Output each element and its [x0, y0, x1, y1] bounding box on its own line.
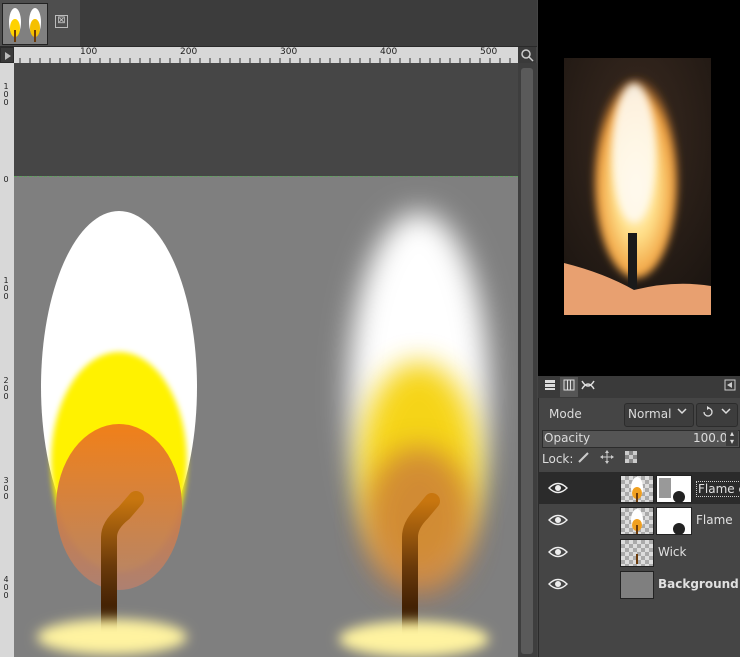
channels-tab-icon[interactable]	[560, 377, 578, 397]
eye-icon[interactable]	[547, 544, 569, 560]
eye-icon[interactable]	[547, 480, 569, 496]
ruler-label: 2 0 0	[3, 376, 9, 401]
eye-icon[interactable]	[547, 512, 569, 528]
ruler-label: 1 0 0	[3, 82, 9, 107]
opacity-spin-buttons[interactable]: ▴ ▾	[726, 430, 738, 446]
layer-thumbnail[interactable]	[620, 475, 654, 503]
close-tab-icon[interactable]: ⊠	[55, 15, 68, 28]
layer-thumbnail[interactable]	[620, 571, 654, 599]
ruler-label: 500	[480, 47, 498, 57]
lock-pixels-icon[interactable]	[576, 450, 592, 466]
image-tab-bar	[0, 0, 537, 47]
navigator-preview[interactable]	[564, 58, 711, 315]
crisp-flame	[37, 211, 197, 655]
blurred-flame	[339, 212, 489, 657]
ruler-label: 0	[3, 175, 9, 184]
lock-label: Lock:	[542, 452, 574, 466]
ruler-label: 300	[280, 47, 298, 57]
image-canvas[interactable]	[14, 63, 518, 657]
ruler-label: 4 0 0	[3, 575, 9, 600]
horizontal-ruler[interactable]: 100 200 300 400 500	[14, 47, 518, 63]
layer-thumbnail[interactable]	[620, 539, 654, 567]
layer-mask-thumbnail[interactable]	[656, 475, 692, 503]
layer-name[interactable]: Flame c	[696, 481, 740, 497]
dock-menu-icon[interactable]	[721, 377, 739, 397]
layer-thumbnail[interactable]	[620, 507, 654, 535]
mode-label: Mode	[549, 407, 582, 421]
layer-row-background[interactable]: Background	[538, 568, 740, 600]
layer-row-wick[interactable]: Wick	[538, 536, 740, 568]
layers-tab-icon[interactable]	[541, 377, 559, 397]
layer-name[interactable]: Background	[658, 577, 739, 591]
lock-position-icon[interactable]	[599, 450, 615, 466]
layer-name[interactable]: Flame	[696, 513, 733, 527]
ruler-label: 100	[80, 47, 98, 57]
vertical-ruler[interactable]: 1 0 0 0 1 0 0 2 0 0 3 0 0 4 0 0	[0, 63, 14, 657]
eye-icon[interactable]	[547, 576, 569, 592]
opacity-label: Opacity	[544, 431, 591, 445]
ruler-label: 3 0 0	[3, 476, 9, 501]
ruler-label: 400	[380, 47, 398, 57]
image-tab-thumbnail[interactable]	[2, 3, 48, 45]
scrollbar-thumb[interactable]	[521, 68, 533, 654]
layer-name[interactable]: Wick	[658, 545, 686, 559]
ruler-label: 1 0 0	[3, 276, 9, 301]
layer-row-flame-copy[interactable]: Flame c	[538, 472, 740, 504]
chevron-down-icon	[676, 405, 688, 420]
ruler-label: 200	[180, 47, 198, 57]
composite-mode-button[interactable]	[696, 403, 738, 427]
layer-row-flame[interactable]: Flame	[538, 504, 740, 536]
zoom-icon[interactable]	[518, 47, 536, 63]
mode-value: Normal	[628, 407, 672, 421]
opacity-value: 100.0	[693, 431, 728, 445]
layer-mask-thumbnail[interactable]	[656, 507, 692, 535]
ruler-corner-button[interactable]	[0, 47, 14, 63]
lock-alpha-icon[interactable]	[623, 450, 639, 466]
image-layer-area[interactable]	[14, 176, 518, 657]
paths-tab-icon[interactable]	[579, 377, 597, 397]
